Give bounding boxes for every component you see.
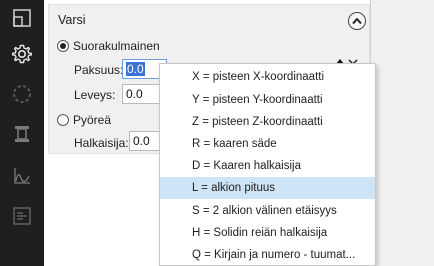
dropdown-item-x[interactable]: X = pisteen X-koordinaatti xyxy=(160,66,375,88)
panel-button[interactable] xyxy=(0,198,44,234)
radio-rectangular[interactable] xyxy=(57,40,69,52)
dropdown-item-l[interactable]: L = alkion pituus xyxy=(160,177,375,199)
dropdown-item-z[interactable]: Z = pisteen Z-koordinaatti xyxy=(160,111,375,133)
panel-icon xyxy=(13,207,31,225)
halkaisija-value: 0.0 xyxy=(133,134,150,148)
radio-round-label: Pyöreä xyxy=(73,113,112,127)
dropdown-item-r[interactable]: R = kaaren säde xyxy=(160,133,375,155)
dropdown-item-s[interactable]: S = 2 alkion välinen etäisyys xyxy=(160,200,375,222)
halkaisija-label: Halkaisija: xyxy=(74,136,129,150)
settings-button[interactable] xyxy=(0,36,44,72)
pillar-icon xyxy=(15,126,29,142)
dropdown-item-q[interactable]: Q = Kirjain ja numero - tuumat... xyxy=(160,244,375,266)
left-toolbar xyxy=(0,0,44,266)
curve-button[interactable] xyxy=(0,158,44,194)
radio-rectangular-label: Suorakulmainen xyxy=(73,39,160,53)
paksuus-value: 0.0 xyxy=(126,62,145,76)
leveys-label: Leveys: xyxy=(74,88,116,102)
leveys-value: 0.0 xyxy=(126,87,143,101)
layout-icon xyxy=(13,9,31,27)
variable-dropdown[interactable]: X = pisteen X-koordinaatti Y = pisteen Y… xyxy=(159,63,376,266)
layout-button[interactable] xyxy=(0,0,44,36)
curve-graph-icon xyxy=(14,168,30,184)
group-title: Varsi xyxy=(58,13,86,27)
pillar-button[interactable] xyxy=(0,116,44,152)
chevron-up-icon xyxy=(352,18,362,25)
dropdown-item-y[interactable]: Y = pisteen Y-koordinaatti xyxy=(160,89,375,111)
dropdown-item-d[interactable]: D = Kaaren halkaisija xyxy=(160,155,375,177)
dropdown-item-h[interactable]: H = Solidin reiän halkaisija xyxy=(160,222,375,244)
gear-icon xyxy=(12,44,32,64)
dashed-circle-icon xyxy=(13,85,31,103)
region-button[interactable] xyxy=(0,76,44,112)
radio-round[interactable] xyxy=(57,114,69,126)
right-area xyxy=(371,0,434,266)
paksuus-label: Paksuus: xyxy=(74,63,124,77)
collapse-button[interactable] xyxy=(348,12,366,30)
